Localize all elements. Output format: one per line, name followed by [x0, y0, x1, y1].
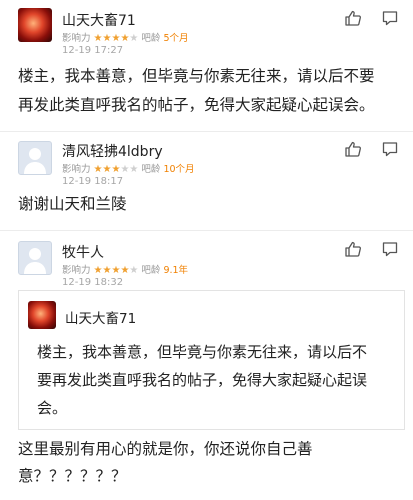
user-meta: 影响力 ★★★★★ 吧龄 10个月 [62, 161, 195, 175]
thumbs-up-icon[interactable] [344, 240, 362, 258]
post-text: 谢谢山天和兰陵 [18, 195, 127, 213]
reply-icon[interactable] [381, 240, 399, 258]
influence-label: 影响力 [62, 164, 91, 175]
rating-stars: ★★★★★ [93, 33, 139, 44]
timestamp: 12-19 17:27 [62, 45, 124, 56]
age-prefix: 吧龄 [141, 164, 164, 175]
rating-stars: ★★★★★ [93, 164, 139, 175]
username[interactable]: 山天大畜71 [62, 10, 136, 30]
quoted-post[interactable]: 山天大畜71 楼主，我本善意，但毕竟与你素无往来，请以后不 要再发此类直呼我名的… [18, 290, 405, 430]
age-prefix: 吧龄 [141, 265, 164, 276]
thumbs-up-icon[interactable] [344, 140, 362, 158]
username[interactable]: 清风轻拂4ldbry [62, 141, 163, 161]
quoted-username: 山天大畜71 [65, 311, 137, 327]
reply-icon[interactable] [381, 140, 399, 158]
thumbs-up-icon[interactable] [344, 9, 362, 27]
avatar[interactable] [18, 141, 52, 175]
avatar[interactable] [18, 8, 52, 42]
timestamp: 12-19 18:17 [62, 176, 124, 187]
age-value: 9.1年 [163, 265, 189, 276]
divider [0, 230, 413, 231]
divider [0, 131, 413, 132]
influence-label: 影响力 [62, 265, 91, 276]
age-value: 5个月 [163, 33, 189, 44]
reply-icon[interactable] [381, 9, 399, 27]
username[interactable]: 牧牛人 [62, 242, 104, 262]
user-meta: 影响力 ★★★★★ 吧龄 9.1年 [62, 262, 188, 276]
avatar [28, 301, 56, 329]
avatar[interactable] [18, 241, 52, 275]
rating-stars: ★★★★★ [93, 265, 139, 276]
post-text: 这里最别有用心的就是你，你还说你自己善 意？？？？？？ [18, 440, 313, 485]
influence-label: 影响力 [62, 33, 91, 44]
age-value: 10个月 [163, 164, 195, 175]
user-meta: 影响力 ★★★★★ 吧龄 5个月 [62, 30, 188, 44]
quoted-text: 楼主，我本善意，但毕竟与你素无往来，请以后不 要再发此类直呼我名的帖子，免得大家… [37, 343, 368, 417]
post-text: 楼主，我本善意，但毕竟与你素无往来，请以后不要 再发此类直呼我名的帖子，免得大家… [18, 67, 375, 114]
timestamp: 12-19 18:32 [62, 277, 124, 288]
age-prefix: 吧龄 [141, 33, 164, 44]
